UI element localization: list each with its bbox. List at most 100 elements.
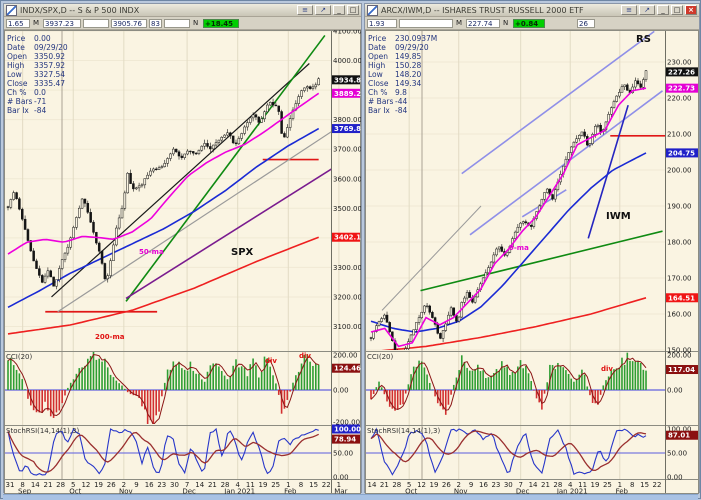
pointer-mode-button[interactable]: ↗ <box>639 5 655 15</box>
quote-field-0[interactable]: 1.93 <box>367 18 397 28</box>
svg-text:164.51: 164.51 <box>668 294 695 302</box>
quote-field-2[interactable]: M <box>455 19 464 28</box>
svg-text:3600.00: 3600.00 <box>333 175 361 183</box>
quote-field-4[interactable]: 3905.76 <box>111 18 147 28</box>
divergence-label: div <box>601 365 613 373</box>
svg-text:117.04: 117.04 <box>668 366 695 374</box>
cursor-info-panel: Price 230.0937M Date 09/29/20 Open 149.85 High… <box>368 34 437 115</box>
svg-text:50.00: 50.00 <box>333 450 353 458</box>
svg-text:204.75: 204.75 <box>668 149 695 157</box>
svg-text:15: 15 <box>640 481 649 489</box>
spx-chart-window: INDX/SPX,D -- S & P 500 INDX ≡ ↗ _ □ 1.65 M 3… <box>3 3 362 494</box>
svg-text:180.00: 180.00 <box>667 239 692 247</box>
svg-text:16: 16 <box>145 481 154 489</box>
quote-field-5[interactable]: 83 <box>149 18 162 28</box>
spx-titlebar[interactable]: INDX/SPX,D -- S & P 500 INDX ≡ ↗ _ □ <box>4 4 361 17</box>
chart-annotation: IWM <box>606 211 631 222</box>
svg-text:14: 14 <box>195 481 204 489</box>
info-row: Bar Ix -84 <box>7 106 47 115</box>
svg-text:78.94: 78.94 <box>334 436 356 444</box>
svg-text:23: 23 <box>491 481 500 489</box>
svg-text:3700.00: 3700.00 <box>333 146 361 154</box>
info-row: Ch % 9.8 <box>368 88 407 97</box>
info-row: Date 09/29/20 <box>7 43 68 52</box>
svg-text:31: 31 <box>6 481 15 489</box>
svg-text:50.00: 50.00 <box>667 450 687 458</box>
app-window-frame: INDX/SPX,D -- S & P 500 INDX ≡ ↗ _ □ 1.65 M 3… <box>0 0 701 500</box>
quote-field-7[interactable]: 26 <box>577 18 595 28</box>
quote-header: 1.65 M 3937.23 3905.76 83 N +18.45 <box>4 17 361 30</box>
svg-text:3200.00: 3200.00 <box>333 293 361 301</box>
minimize-button[interactable]: _ <box>333 5 345 15</box>
window-title: INDX/SPX,D -- S & P 500 INDX <box>20 5 140 15</box>
quote-field-4[interactable]: N <box>502 19 511 28</box>
quote-field-0[interactable]: 1.65 <box>6 18 30 28</box>
svg-text:170.00: 170.00 <box>667 275 692 283</box>
svg-text:14: 14 <box>529 481 538 489</box>
svg-text:3100.00: 3100.00 <box>333 323 361 331</box>
svg-text:230.00: 230.00 <box>667 59 692 67</box>
chart-tools-button[interactable]: ≡ <box>621 5 637 15</box>
quote-field-8[interactable]: +18.45 <box>203 18 239 28</box>
quote-field-6[interactable] <box>547 19 575 28</box>
quote-field-3[interactable] <box>83 18 109 28</box>
svg-text:0.00: 0.00 <box>333 387 349 395</box>
svg-text:210.00: 210.00 <box>667 131 692 139</box>
cci-pane-label: CCI(20) <box>367 353 393 361</box>
svg-text:9: 9 <box>469 481 473 489</box>
svg-text:87.01: 87.01 <box>668 432 690 440</box>
info-row: Price 230.0937M <box>368 34 438 43</box>
quote-field-6[interactable] <box>164 18 190 28</box>
info-row: High 150.28 <box>368 61 422 70</box>
info-row: Close 3335.47 <box>7 79 66 88</box>
iwm-titlebar[interactable]: ARCX/IWM,D -- ISHARES TRUST RUSSELL 2000… <box>365 4 699 17</box>
minimize-button[interactable]: _ <box>657 5 669 15</box>
close-button[interactable]: × <box>685 5 697 15</box>
quote-field-1[interactable]: M <box>32 19 41 28</box>
svg-text:200.00: 200.00 <box>667 352 692 360</box>
window-bottom-edge <box>3 494 698 500</box>
svg-text:190.00: 190.00 <box>667 203 692 211</box>
svg-text:3800.00: 3800.00 <box>333 116 361 124</box>
restore-button[interactable]: □ <box>671 5 683 15</box>
svg-text:25: 25 <box>271 481 280 489</box>
svg-text:22: 22 <box>322 481 331 489</box>
svg-text:21: 21 <box>43 481 52 489</box>
svg-text:8: 8 <box>299 481 303 489</box>
divergence-label: div <box>265 357 277 365</box>
restore-button[interactable]: □ <box>347 5 359 15</box>
svg-text:16: 16 <box>479 481 488 489</box>
svg-text:100.00: 100.00 <box>334 426 361 434</box>
svg-text:25: 25 <box>603 481 612 489</box>
svg-text:26: 26 <box>442 481 451 489</box>
svg-text:21: 21 <box>208 481 217 489</box>
divergence-label: div <box>299 352 311 360</box>
window-title: ARCX/IWM,D -- ISHARES TRUST RUSSELL 2000… <box>381 5 584 15</box>
svg-text:30: 30 <box>170 481 179 489</box>
quote-field-1[interactable] <box>399 18 453 28</box>
svg-text:0.00: 0.00 <box>667 474 683 482</box>
svg-text:8: 8 <box>630 481 634 489</box>
svg-text:22: 22 <box>653 481 662 489</box>
svg-text:0.00: 0.00 <box>667 387 683 395</box>
info-row: Open 149.85 <box>368 52 422 61</box>
svg-text:19: 19 <box>591 481 600 489</box>
svg-text:227.26: 227.26 <box>668 68 695 76</box>
info-row: # Bars -44 <box>368 97 408 106</box>
quote-field-3[interactable]: 227.74 <box>466 18 500 28</box>
quote-header: 1.93 M 227.74 N +0.84 26 <box>365 17 699 30</box>
cci-pane-label: CCI(20) <box>6 353 32 361</box>
info-row: # Bars -71 <box>7 97 47 106</box>
svg-text:30: 30 <box>504 481 513 489</box>
chart-tools-button[interactable]: ≡ <box>297 5 313 15</box>
svg-text:9: 9 <box>134 481 138 489</box>
svg-text:26: 26 <box>107 481 116 489</box>
quote-field-2[interactable]: 3937.23 <box>43 18 81 28</box>
info-row: Bar Ix -84 <box>368 106 408 115</box>
svg-text:4000.00: 4000.00 <box>333 57 361 65</box>
svg-text:12: 12 <box>417 481 426 489</box>
quote-field-5[interactable]: +0.84 <box>513 18 545 28</box>
pointer-mode-button[interactable]: ↗ <box>315 5 331 15</box>
titlebar-buttons: ≡ ↗ _ □ × <box>621 5 697 15</box>
quote-field-7[interactable]: N <box>192 19 201 28</box>
